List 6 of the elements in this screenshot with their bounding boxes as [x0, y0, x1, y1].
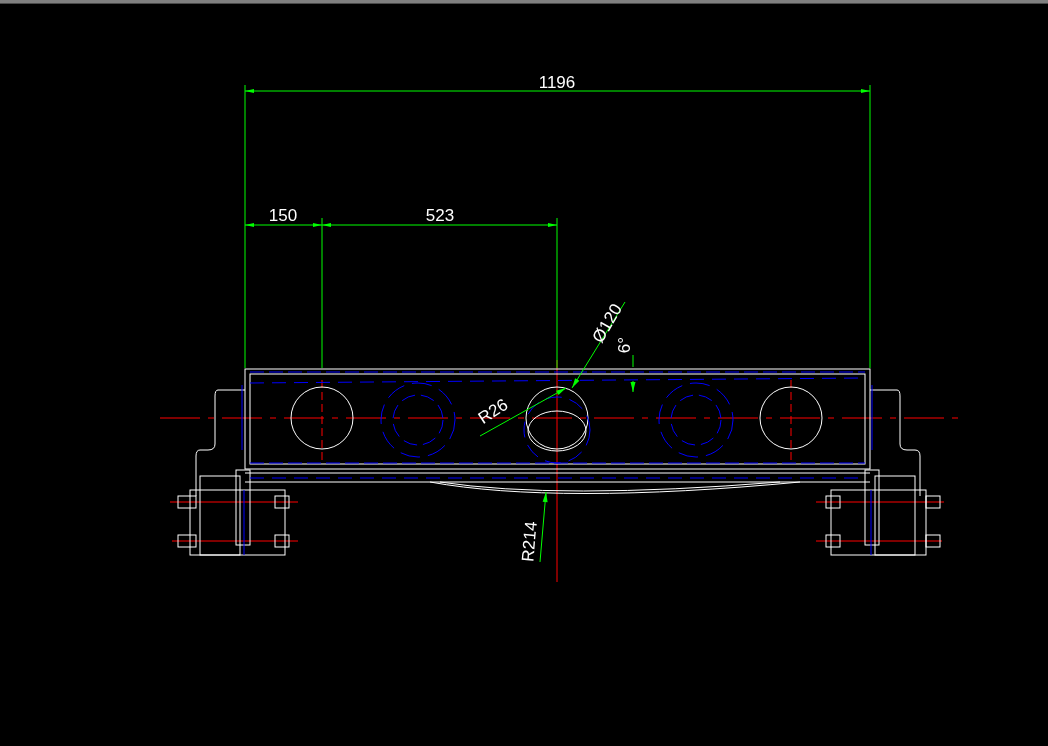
dimension-line — [539, 491, 548, 563]
dimension-text: 1196 — [538, 73, 576, 92]
dimension-text: 523 — [425, 206, 455, 225]
dimension-text: R214 — [518, 520, 541, 563]
dimension-text: 150 — [268, 206, 298, 225]
dimension-text: R26 — [474, 394, 512, 428]
